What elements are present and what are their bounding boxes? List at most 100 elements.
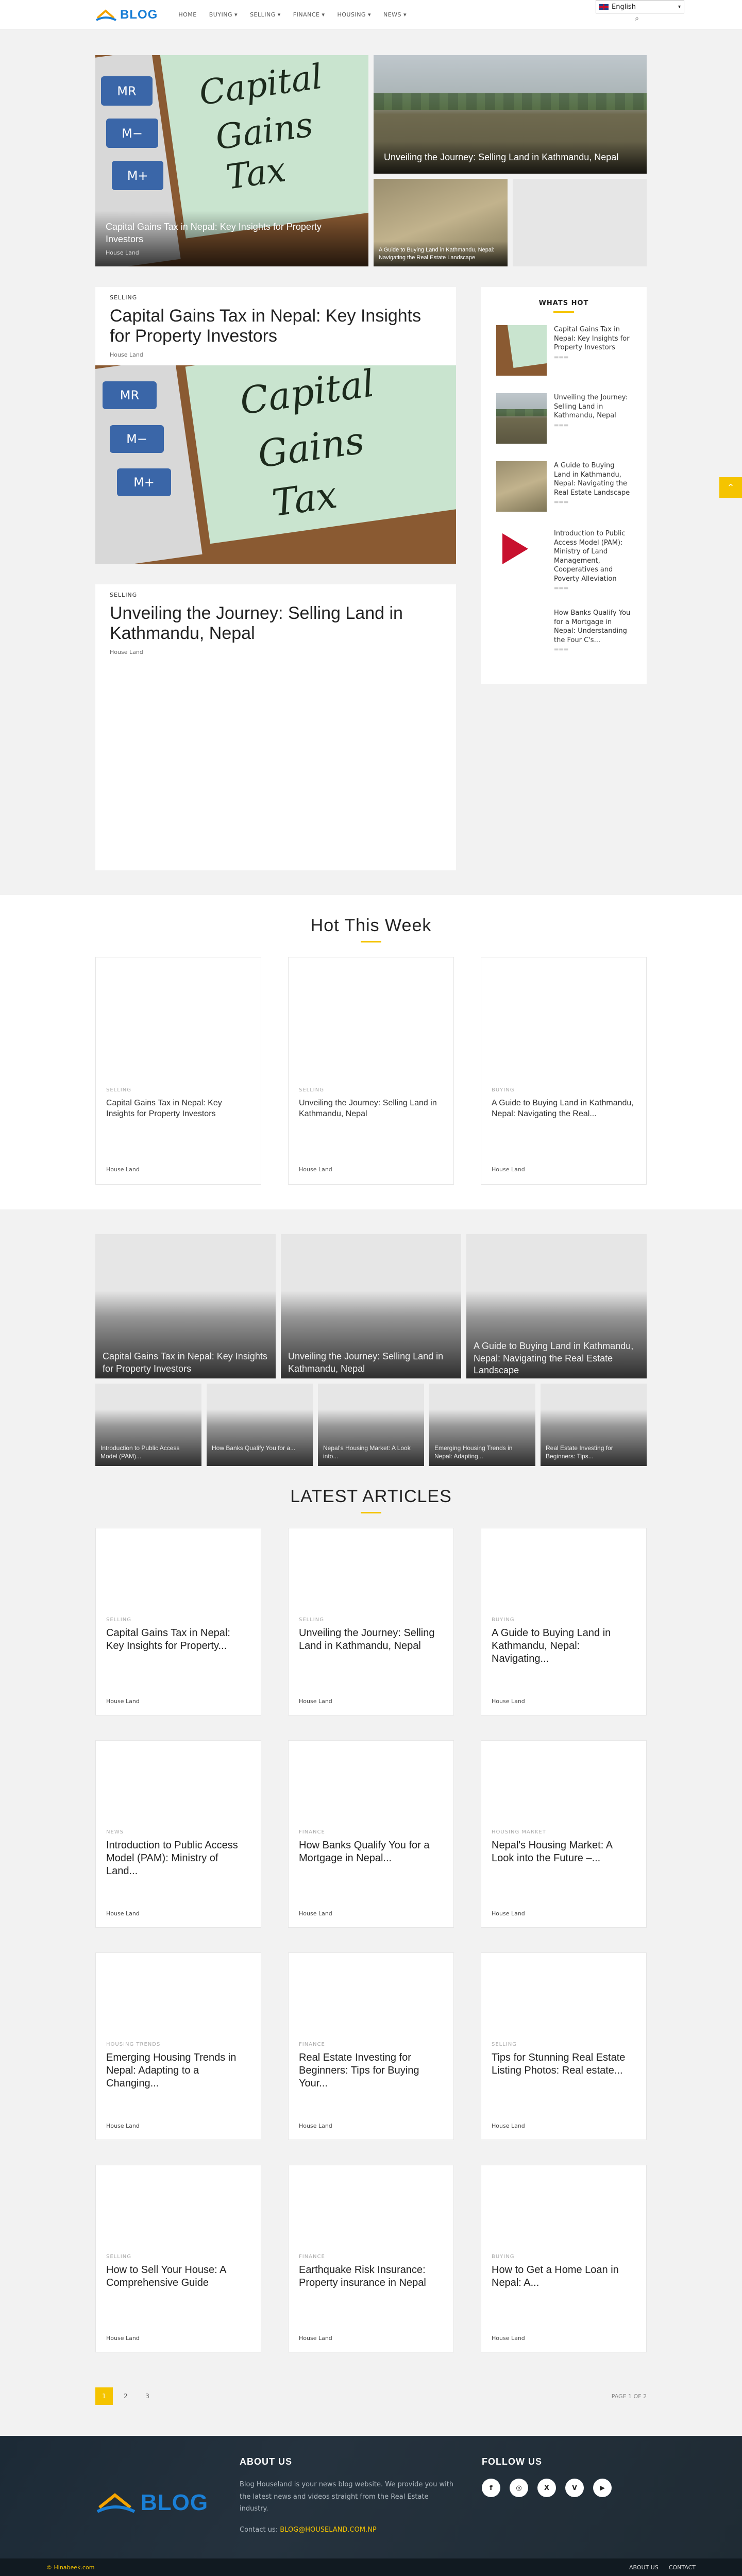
house-logo-icon [95,8,117,22]
card-author: House Land [492,1910,525,1917]
top-header: BLOG HOME BUYING ▾ SELLING ▾ FINANCE ▾ HOUS… [0,0,742,29]
logo-text: BLOG [120,7,158,22]
article-card[interactable]: SELLING Unveiling the Journey: Selling La… [288,1528,454,1716]
article-card[interactable]: BUYING A Guide to Buying Land in Kathmand… [481,1528,647,1716]
hot-card[interactable]: SELLING Capital Gains Tax in Nepal: Key … [95,957,261,1185]
article-card[interactable]: SELLING How to Sell Your House: A Compreh… [95,2165,261,2353]
sidebar-item[interactable]: Introduction to Public Access Model (PAM… [496,529,631,591]
article-card[interactable]: BUYING How to Get a Home Loan in Nepal: A… [481,2165,647,2353]
article-card[interactable]: HOUSING TRENDS Emerging Housing Trends in… [95,1952,261,2141]
mosaic-title: A Guide to Buying Land in Kathmandu, Nep… [474,1341,634,1375]
house-logo-icon [96,2493,136,2513]
nav-label: NEWS [383,11,402,18]
page-button[interactable]: 1 [95,2387,113,2405]
card-meta: SELLING How to Sell Your House: A Compreh… [106,2254,250,2289]
card-category: FINANCE [299,1829,325,1836]
sidebar-item[interactable]: How Banks Qualify You for a Mortgage in … [496,609,631,660]
card-meta: SELLING Tips for Stunning Real Estate Lis… [492,2042,636,2077]
featured-post-main[interactable]: MR M− M+ Capital Gains Tax Capital Gains… [95,55,368,266]
post-author[interactable]: House Land [110,649,442,655]
post-card: SELLING Capital Gains Tax in Nepal: Key … [95,287,456,564]
youtube-icon[interactable]: ▶ [593,2479,612,2498]
search-icon[interactable]: ⌕ [635,14,639,23]
mosaic-title: Nepal's Housing Market: A Look into... [323,1444,411,1460]
card-title: How to Sell Your House: A Comprehensive … [106,2264,226,2289]
facebook-icon[interactable]: f [482,2479,500,2498]
post-category[interactable]: SELLING [110,592,442,598]
featured-overlay: Unveiling the Journey: Selling Land in K… [374,141,647,174]
page-button[interactable]: 3 [139,2387,156,2405]
calculator-key: M+ [117,468,171,497]
contact-label: Contact us: [240,2526,278,2534]
article-card[interactable]: FINANCE How Banks Qualify You for a Mortg… [288,1740,454,1928]
whats-hot-sidebar: WHATS HOT Capital Gains Tax in Nepal: Ke… [481,287,647,684]
post-title[interactable]: Unveiling the Journey: Selling Land in K… [110,603,442,644]
mosaic-card-small[interactable]: Emerging Housing Trends in Nepal: Adapti… [429,1384,535,1467]
mosaic-overlay: Introduction to Public Access Model (PAM… [95,1409,201,1467]
post-category[interactable]: SELLING [110,294,442,301]
mosaic-card-large[interactable]: Unveiling the Journey: Selling Land in K… [281,1234,461,1379]
sidebar-thumb [496,461,547,512]
bottom-bar: © Hinabeek.com ABOUT US CONTACT [0,2558,742,2576]
mosaic-overlay: A Guide to Buying Land in Kathmandu, Nep… [466,1291,647,1379]
card-meta: BUYING A Guide to Buying Land in Kathmand… [492,1617,636,1665]
mosaic-card-small[interactable]: How Banks Qualify You for a... [207,1384,313,1467]
card-title: Capital Gains Tax in Nepal: Key Insights… [106,1099,222,1118]
mosaic-card-small[interactable]: Real Estate Investing for Beginners: Tip… [541,1384,647,1467]
mosaic-card-small[interactable]: Introduction to Public Access Model (PAM… [95,1384,201,1467]
card-category: BUYING [492,1617,515,1623]
mosaic-overlay: Unveiling the Journey: Selling Land in K… [281,1291,461,1379]
x-twitter-icon[interactable]: X [537,2479,556,2498]
site-logo[interactable]: BLOG [95,8,158,22]
hot-card[interactable]: BUYING A Guide to Buying Land in Kathman… [481,957,647,1185]
nav-finance[interactable]: FINANCE ▾ [288,8,330,21]
sidebar-item[interactable]: A Guide to Buying Land in Kathmandu, Nep… [496,461,631,512]
mosaic-card-large[interactable]: Capital Gains Tax in Nepal: Key Insights… [95,1234,276,1379]
nav-selling[interactable]: SELLING ▾ [245,8,286,21]
sidebar-item[interactable]: Capital Gains Tax in Nepal: Key Insights… [496,325,631,376]
nav-buying[interactable]: BUYING ▾ [204,8,243,21]
sidebar-item-title: A Guide to Buying Land in Kathmandu, Nep… [554,462,630,497]
hot-card[interactable]: SELLING Unveiling the Journey: Selling L… [288,957,454,1185]
featured-post-small[interactable]: A Guide to Buying Land in Kathmandu, Nep… [374,179,508,266]
footer-contact: Contact us: BLOG@HOUSELAND.COM.NP [240,2526,482,2534]
contact-email[interactable]: BLOG@HOUSELAND.COM.NP [280,2526,377,2534]
calculator-key: M− [106,119,158,148]
footer-about: ABOUT US Blog Houseland is your news blo… [240,2456,482,2534]
chevron-down-icon: ▾ [403,11,407,18]
post-author[interactable]: House Land [110,351,442,358]
post-title[interactable]: Capital Gains Tax in Nepal: Key Insights… [110,306,442,346]
card-meta: FINANCE How Banks Qualify You for a Mortg… [299,1829,443,1865]
language-select[interactable]: English ▾ [596,0,684,13]
card-title: Capital Gains Tax in Nepal: Key Insights… [106,1627,230,1652]
article-card[interactable]: NEWS Introduction to Public Access Model … [95,1740,261,1928]
mosaic-overlay: Emerging Housing Trends in Nepal: Adapti… [429,1409,535,1467]
footer-link-about[interactable]: ABOUT US [629,2564,659,2571]
featured-post-secondary[interactable]: Unveiling the Journey: Selling Land in K… [374,55,647,174]
article-card[interactable]: HOUSING MARKET Nepal's Housing Market: A … [481,1740,647,1928]
vimeo-icon[interactable]: V [565,2479,584,2498]
article-card[interactable]: SELLING Tips for Stunning Real Estate Lis… [481,1952,647,2141]
card-title: A Guide to Buying Land in Kathmandu, Nep… [492,1627,611,1665]
footer-link-contact[interactable]: CONTACT [669,2564,696,2571]
mosaic-card-small[interactable]: Nepal's Housing Market: A Look into... [318,1384,424,1467]
footer-logo[interactable]: BLOG [95,2472,240,2534]
nav-home[interactable]: HOME [173,8,201,21]
article-card[interactable]: FINANCE Real Estate Investing for Beginne… [288,1952,454,2141]
hot-this-week-section: Hot This Week SELLING Capital Gains Tax … [0,895,742,1210]
instagram-icon[interactable]: ◎ [510,2479,528,2498]
mosaic-card-large[interactable]: A Guide to Buying Land in Kathmandu, Nep… [466,1234,647,1379]
article-card[interactable]: SELLING Capital Gains Tax in Nepal: Key I… [95,1528,261,1716]
copyright[interactable]: © Hinabeek.com [46,2564,94,2571]
nav-news[interactable]: NEWS ▾ [378,8,412,21]
sidebar-item[interactable]: Unveiling the Journey: Selling Land in K… [496,393,631,444]
nav-housing[interactable]: HOUSING ▾ [332,8,377,21]
sidebar-title: WHATS HOT [538,299,589,307]
scroll-to-top-button[interactable]: ⌃ [719,477,742,498]
card-category: HOUSING TRENDS [106,2042,161,2048]
card-meta: SELLING Unveiling the Journey: Selling L… [299,1087,443,1120]
page-button[interactable]: 2 [117,2387,134,2405]
card-meta: NEWS Introduction to Public Access Model … [106,1829,250,1878]
post-image[interactable]: MR M− M+ Capital Gains Tax [95,365,456,564]
article-card[interactable]: FINANCE Earthquake Risk Insurance: Proper… [288,2165,454,2353]
